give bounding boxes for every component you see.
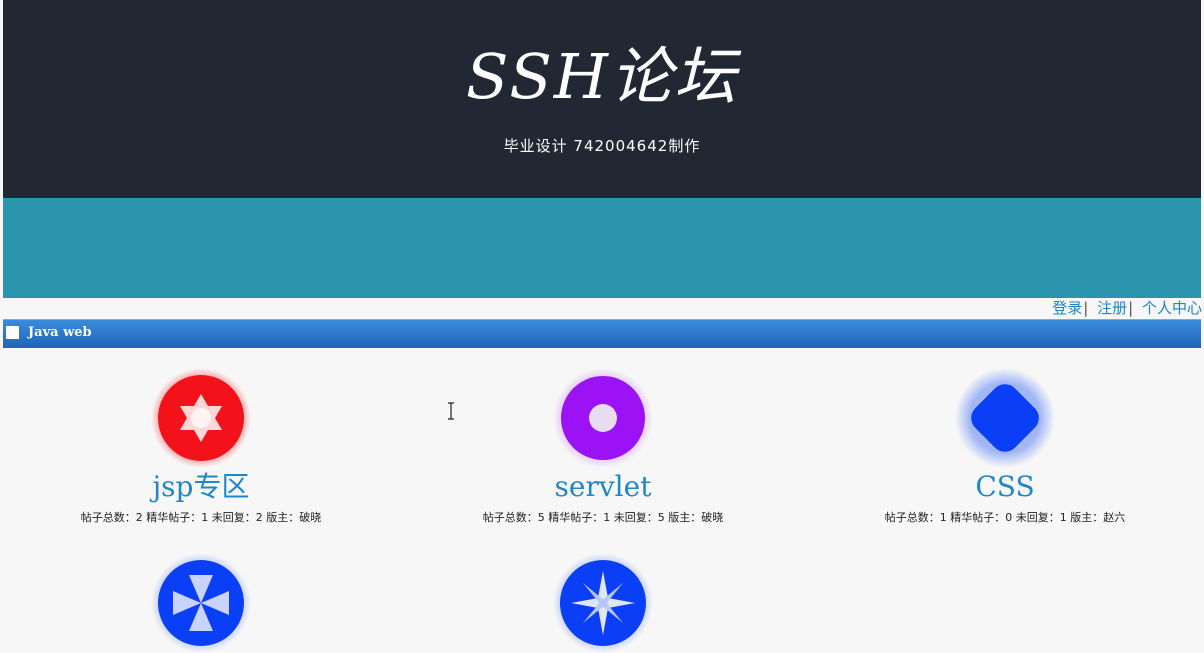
red-star-icon[interactable] <box>151 368 251 468</box>
purple-ring-icon[interactable] <box>553 368 653 468</box>
login-link[interactable]: 登录 <box>1052 299 1082 317</box>
board-item[interactable]: CSS 帖子总数：1 精华帖子：0 未回复：1 版主：赵六 <box>804 368 1204 533</box>
profile-link[interactable]: 个人中心 <box>1142 299 1202 317</box>
blue-sparkle-icon[interactable] <box>553 553 653 653</box>
board-name[interactable]: servlet <box>402 469 804 505</box>
board-item[interactable]: jsp专区 帖子总数：2 精华帖子：1 未回复：2 版主：破晓 <box>0 368 402 533</box>
section-square-icon <box>6 326 19 339</box>
blue-propeller-icon[interactable] <box>151 553 251 653</box>
nav-separator: | <box>1083 299 1089 317</box>
register-link[interactable]: 注册 <box>1097 299 1127 317</box>
blue-diamond-icon[interactable] <box>955 368 1055 468</box>
board-stats: 帖子总数：1 精华帖子：0 未回复：1 版主：赵六 <box>884 511 1126 524</box>
nav-separator: | <box>1128 299 1134 317</box>
board-item[interactable] <box>0 553 402 653</box>
board-stats: 帖子总数：2 精华帖子：1 未回复：2 版主：破晓 <box>80 511 322 524</box>
user-nav: 登录| 注册| 个人中心 <box>1052 298 1202 318</box>
site-title: SSH论坛 <box>466 40 738 113</box>
site-subtitle: 毕业设计 742004642制作 <box>503 137 701 155</box>
header-banner <box>3 198 1201 298</box>
board-stats: 帖子总数：5 精华帖子：1 未回复：5 版主：破晓 <box>482 511 724 524</box>
text-cursor-icon <box>448 402 454 420</box>
board-item[interactable] <box>402 553 804 653</box>
section-header: Java web <box>3 319 1201 348</box>
board-item[interactable]: servlet 帖子总数：5 精华帖子：1 未回复：5 版主：破晓 <box>402 368 804 533</box>
section-title: Java web <box>28 325 92 340</box>
board-name[interactable]: CSS <box>804 469 1204 505</box>
site-header: SSH论坛 毕业设计 742004642制作 <box>3 0 1201 198</box>
board-name[interactable]: jsp专区 <box>0 469 402 505</box>
